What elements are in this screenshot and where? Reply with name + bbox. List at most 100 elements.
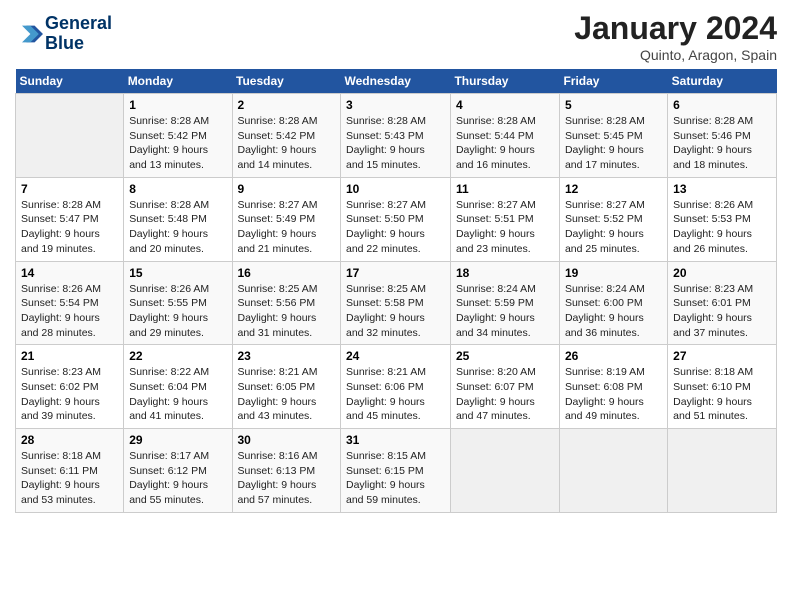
day-number: 1 — [129, 98, 226, 112]
day-cell: 27 Sunrise: 8:18 AM Sunset: 6:10 PM Dayli… — [668, 345, 777, 429]
day-info: Sunrise: 8:27 AM Sunset: 5:50 PM Dayligh… — [346, 198, 445, 257]
header-cell-saturday: Saturday — [668, 69, 777, 94]
logo-text: General Blue — [45, 14, 112, 54]
calendar-body: 1 Sunrise: 8:28 AM Sunset: 5:42 PM Daylig… — [16, 94, 777, 513]
day-info: Sunrise: 8:28 AM Sunset: 5:42 PM Dayligh… — [238, 114, 336, 173]
day-info: Sunrise: 8:23 AM Sunset: 6:01 PM Dayligh… — [673, 282, 771, 341]
day-number: 20 — [673, 266, 771, 280]
day-cell: 25 Sunrise: 8:20 AM Sunset: 6:07 PM Dayli… — [450, 345, 559, 429]
day-cell: 15Sunrise: 8:26 AM Sunset: 5:55 PM Dayli… — [124, 261, 232, 345]
day-number: 17 — [346, 266, 445, 280]
day-number: 27 — [673, 349, 771, 363]
day-cell: 18 Sunrise: 8:24 AM Sunset: 5:59 PM Dayli… — [450, 261, 559, 345]
day-cell: 28 Sunrise: 8:18 AM Sunset: 6:11 PM Dayli… — [16, 429, 124, 513]
day-info: Sunrise: 8:28 AM Sunset: 5:43 PM Dayligh… — [346, 114, 445, 173]
day-cell: 8 Sunrise: 8:28 AM Sunset: 5:48 PM Daylig… — [124, 177, 232, 261]
day-info: Sunrise: 8:28 AM Sunset: 5:48 PM Dayligh… — [129, 198, 226, 257]
header-cell-tuesday: Tuesday — [232, 69, 341, 94]
day-cell: 20 Sunrise: 8:23 AM Sunset: 6:01 PM Dayli… — [668, 261, 777, 345]
day-info: Sunrise: 8:25 AM Sunset: 5:56 PM Dayligh… — [238, 282, 336, 341]
day-cell: 23 Sunrise: 8:21 AM Sunset: 6:05 PM Dayli… — [232, 345, 341, 429]
day-info: Sunrise: 8:27 AM Sunset: 5:51 PM Dayligh… — [456, 198, 554, 257]
day-cell: 3 Sunrise: 8:28 AM Sunset: 5:43 PM Daylig… — [341, 94, 451, 178]
title-block: January 2024 Quinto, Aragon, Spain — [574, 10, 777, 63]
day-number: 21 — [21, 349, 118, 363]
month-title: January 2024 — [574, 10, 777, 47]
day-number: 8 — [129, 182, 226, 196]
day-number: 28 — [21, 433, 118, 447]
day-info: Sunrise: 8:15 AM Sunset: 6:15 PM Dayligh… — [346, 449, 445, 508]
day-cell: 30Sunrise: 8:16 AM Sunset: 6:13 PM Dayli… — [232, 429, 341, 513]
day-cell: 24Sunrise: 8:21 AM Sunset: 6:06 PM Dayli… — [341, 345, 451, 429]
day-number: 31 — [346, 433, 445, 447]
day-number: 25 — [456, 349, 554, 363]
day-cell: 9 Sunrise: 8:27 AM Sunset: 5:49 PM Daylig… — [232, 177, 341, 261]
day-number: 9 — [238, 182, 336, 196]
header-cell-friday: Friday — [559, 69, 667, 94]
day-number: 14 — [21, 266, 118, 280]
day-info: Sunrise: 8:19 AM Sunset: 6:08 PM Dayligh… — [565, 365, 662, 424]
logo-icon — [15, 20, 43, 48]
day-number: 13 — [673, 182, 771, 196]
day-number: 19 — [565, 266, 662, 280]
day-number: 4 — [456, 98, 554, 112]
week-row-3: 21 Sunrise: 8:23 AM Sunset: 6:02 PM Dayli… — [16, 345, 777, 429]
day-cell: 31 Sunrise: 8:15 AM Sunset: 6:15 PM Dayli… — [341, 429, 451, 513]
day-number: 3 — [346, 98, 445, 112]
day-info: Sunrise: 8:17 AM Sunset: 6:12 PM Dayligh… — [129, 449, 226, 508]
day-cell: 12 Sunrise: 8:27 AM Sunset: 5:52 PM Dayli… — [559, 177, 667, 261]
day-cell — [450, 429, 559, 513]
day-info: Sunrise: 8:18 AM Sunset: 6:10 PM Dayligh… — [673, 365, 771, 424]
day-info: Sunrise: 8:28 AM Sunset: 5:46 PM Dayligh… — [673, 114, 771, 173]
day-number: 26 — [565, 349, 662, 363]
day-cell: 22Sunrise: 8:22 AM Sunset: 6:04 PM Dayli… — [124, 345, 232, 429]
day-cell: 26 Sunrise: 8:19 AM Sunset: 6:08 PM Dayli… — [559, 345, 667, 429]
day-info: Sunrise: 8:26 AM Sunset: 5:53 PM Dayligh… — [673, 198, 771, 257]
day-info: Sunrise: 8:18 AM Sunset: 6:11 PM Dayligh… — [21, 449, 118, 508]
day-info: Sunrise: 8:27 AM Sunset: 5:52 PM Dayligh… — [565, 198, 662, 257]
day-number: 12 — [565, 182, 662, 196]
day-cell: 11 Sunrise: 8:27 AM Sunset: 5:51 PM Dayli… — [450, 177, 559, 261]
week-row-0: 1 Sunrise: 8:28 AM Sunset: 5:42 PM Daylig… — [16, 94, 777, 178]
day-cell: 14Sunrise: 8:26 AM Sunset: 5:54 PM Dayli… — [16, 261, 124, 345]
day-info: Sunrise: 8:28 AM Sunset: 5:47 PM Dayligh… — [21, 198, 118, 257]
day-number: 23 — [238, 349, 336, 363]
header-row: General Blue January 2024 Quinto, Aragon… — [15, 10, 777, 63]
logo: General Blue — [15, 14, 112, 54]
day-number: 2 — [238, 98, 336, 112]
week-row-1: 7 Sunrise: 8:28 AM Sunset: 5:47 PM Daylig… — [16, 177, 777, 261]
day-info: Sunrise: 8:24 AM Sunset: 5:59 PM Dayligh… — [456, 282, 554, 341]
day-info: Sunrise: 8:28 AM Sunset: 5:42 PM Dayligh… — [129, 114, 226, 173]
day-cell: 10Sunrise: 8:27 AM Sunset: 5:50 PM Dayli… — [341, 177, 451, 261]
week-row-2: 14Sunrise: 8:26 AM Sunset: 5:54 PM Dayli… — [16, 261, 777, 345]
header-cell-thursday: Thursday — [450, 69, 559, 94]
main-container: General Blue January 2024 Quinto, Aragon… — [0, 0, 792, 523]
day-info: Sunrise: 8:24 AM Sunset: 6:00 PM Dayligh… — [565, 282, 662, 341]
day-number: 7 — [21, 182, 118, 196]
day-info: Sunrise: 8:26 AM Sunset: 5:55 PM Dayligh… — [129, 282, 226, 341]
location-subtitle: Quinto, Aragon, Spain — [574, 47, 777, 63]
day-cell: 29 Sunrise: 8:17 AM Sunset: 6:12 PM Dayli… — [124, 429, 232, 513]
calendar-table: SundayMondayTuesdayWednesdayThursdayFrid… — [15, 69, 777, 513]
day-cell: 7 Sunrise: 8:28 AM Sunset: 5:47 PM Daylig… — [16, 177, 124, 261]
day-cell: 4 Sunrise: 8:28 AM Sunset: 5:44 PM Daylig… — [450, 94, 559, 178]
header-row-days: SundayMondayTuesdayWednesdayThursdayFrid… — [16, 69, 777, 94]
day-info: Sunrise: 8:21 AM Sunset: 6:05 PM Dayligh… — [238, 365, 336, 424]
day-info: Sunrise: 8:28 AM Sunset: 5:44 PM Dayligh… — [456, 114, 554, 173]
day-number: 11 — [456, 182, 554, 196]
day-number: 22 — [129, 349, 226, 363]
header-cell-monday: Monday — [124, 69, 232, 94]
day-cell: 21 Sunrise: 8:23 AM Sunset: 6:02 PM Dayli… — [16, 345, 124, 429]
day-info: Sunrise: 8:23 AM Sunset: 6:02 PM Dayligh… — [21, 365, 118, 424]
day-cell: 6Sunrise: 8:28 AM Sunset: 5:46 PM Daylig… — [668, 94, 777, 178]
day-info: Sunrise: 8:28 AM Sunset: 5:45 PM Dayligh… — [565, 114, 662, 173]
day-cell — [668, 429, 777, 513]
day-info: Sunrise: 8:20 AM Sunset: 6:07 PM Dayligh… — [456, 365, 554, 424]
day-number: 18 — [456, 266, 554, 280]
day-info: Sunrise: 8:27 AM Sunset: 5:49 PM Dayligh… — [238, 198, 336, 257]
header-cell-sunday: Sunday — [16, 69, 124, 94]
header-cell-wednesday: Wednesday — [341, 69, 451, 94]
day-number: 29 — [129, 433, 226, 447]
day-info: Sunrise: 8:16 AM Sunset: 6:13 PM Dayligh… — [238, 449, 336, 508]
day-cell: 19 Sunrise: 8:24 AM Sunset: 6:00 PM Dayli… — [559, 261, 667, 345]
